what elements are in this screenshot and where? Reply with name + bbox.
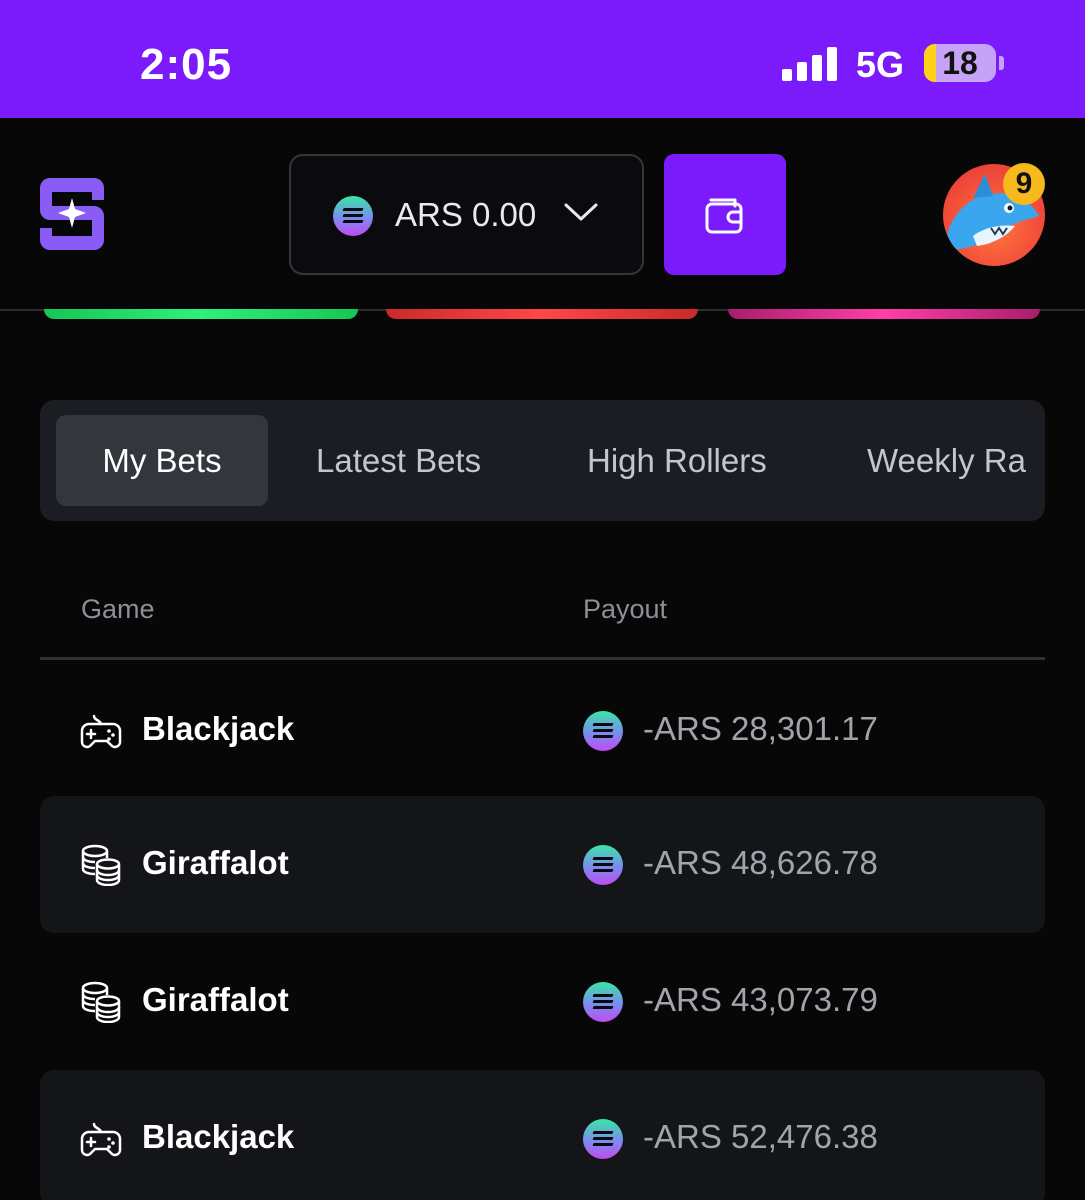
tab-high-rollers[interactable]: High Rollers bbox=[587, 415, 767, 506]
bets-tab-bar: My Bets Latest Bets High Rollers Weekly … bbox=[40, 400, 1045, 521]
payout-amount: -ARS 52,476.38 bbox=[643, 1118, 878, 1155]
balance-amount: ARS 0.00 bbox=[395, 196, 537, 233]
game-name: Giraffalot bbox=[142, 981, 289, 1018]
chevron-down-icon bbox=[564, 203, 598, 221]
status-time: 2:05 bbox=[140, 40, 233, 89]
tab-my-bets[interactable]: My Bets bbox=[56, 415, 268, 506]
solana-coin-icon bbox=[583, 982, 623, 1022]
status-bar: 2:05 5G 18 bbox=[0, 0, 1085, 118]
tab-latest-bets[interactable]: Latest Bets bbox=[316, 415, 481, 506]
app-logo-icon[interactable] bbox=[40, 178, 104, 250]
solana-coin-icon bbox=[333, 196, 373, 236]
wallet-icon bbox=[705, 198, 743, 234]
game-name: Blackjack bbox=[142, 1118, 295, 1155]
game-name: Giraffalot bbox=[142, 844, 289, 881]
carousel-card-pink[interactable] bbox=[728, 309, 1040, 319]
coins-stack-icon bbox=[81, 981, 121, 1023]
carousel-card-green[interactable] bbox=[44, 309, 358, 319]
table-row[interactable]: Blackjack -ARS 52,476.38 bbox=[40, 1070, 1045, 1200]
table-row[interactable]: Giraffalot -ARS 43,073.79 bbox=[40, 933, 1045, 1070]
tab-weekly-race[interactable]: Weekly Ra bbox=[867, 415, 1026, 506]
currency-balance-dropdown[interactable]: ARS 0.00 bbox=[289, 154, 644, 275]
solana-coin-icon bbox=[583, 1119, 623, 1159]
gamepad-icon bbox=[80, 1122, 122, 1157]
payout-amount: -ARS 43,073.79 bbox=[643, 981, 878, 1018]
game-name: Blackjack bbox=[142, 710, 295, 747]
table-header-divider bbox=[40, 657, 1045, 660]
wallet-button[interactable] bbox=[664, 154, 786, 275]
table-row[interactable]: Giraffalot -ARS 48,626.78 bbox=[40, 796, 1045, 933]
coins-stack-icon bbox=[81, 844, 121, 886]
column-header-payout: Payout bbox=[583, 594, 668, 624]
payout-amount: -ARS 48,626.78 bbox=[643, 844, 878, 881]
gamepad-icon bbox=[80, 714, 122, 749]
carousel-card-red[interactable] bbox=[386, 309, 698, 319]
app-header: ARS 0.00 9 bbox=[0, 118, 1085, 311]
battery-tip bbox=[999, 56, 1004, 70]
cellular-signal-icon bbox=[782, 47, 837, 81]
column-header-game: Game bbox=[81, 594, 155, 624]
payout-amount: -ARS 28,301.17 bbox=[643, 710, 878, 747]
table-row[interactable]: Blackjack -ARS 28,301.17 bbox=[40, 662, 1045, 799]
battery-percent: 18 bbox=[942, 45, 978, 81]
battery-icon: 18 bbox=[924, 44, 996, 82]
network-type: 5G bbox=[856, 44, 905, 85]
page: 2:05 5G 18 ARS 0.00 9 My Bets Latest Bet… bbox=[0, 0, 1085, 1200]
solana-coin-icon bbox=[583, 845, 623, 885]
solana-coin-icon bbox=[583, 711, 623, 751]
notification-badge: 9 bbox=[1003, 163, 1045, 205]
